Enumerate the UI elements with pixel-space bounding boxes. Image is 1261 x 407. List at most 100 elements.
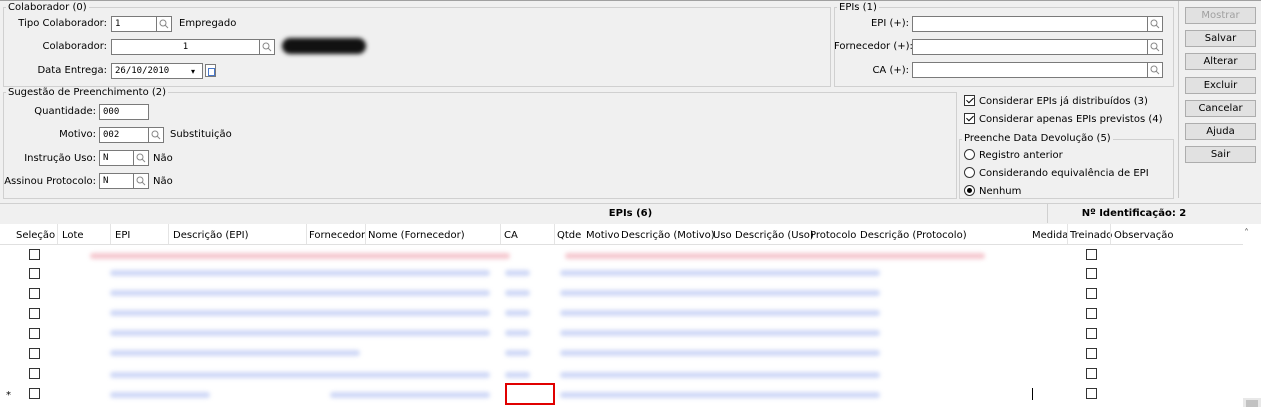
row-selecao-checkbox[interactable] bbox=[29, 308, 40, 319]
row-selecao-checkbox[interactable] bbox=[29, 328, 40, 339]
row-selecao-checkbox[interactable] bbox=[29, 348, 40, 359]
col-header-descricao-motivo[interactable]: Descrição (Motivo) bbox=[621, 230, 715, 241]
quantidade-input[interactable]: 000 bbox=[99, 104, 149, 120]
row-treinado-checkbox[interactable] bbox=[1086, 268, 1097, 279]
new-row-marker: * bbox=[6, 390, 11, 401]
sair-button[interactable]: Sair bbox=[1185, 146, 1256, 163]
col-header-ca[interactable]: CA bbox=[504, 230, 518, 241]
tipo-colaborador-input[interactable]: 1 bbox=[111, 16, 157, 32]
col-header-protocolo[interactable]: Protocolo bbox=[810, 230, 856, 241]
redacted-cell bbox=[505, 350, 530, 356]
motivo-desc: Substituição bbox=[170, 129, 232, 140]
col-header-descricao-epi[interactable]: Descrição (EPI) bbox=[173, 230, 248, 241]
ca-input[interactable] bbox=[912, 62, 1148, 78]
salvar-button[interactable]: Salvar bbox=[1185, 30, 1256, 47]
col-header-lote[interactable]: Lote bbox=[62, 230, 84, 241]
equivalencia-epi-label: Considerando equivalência de EPI bbox=[979, 168, 1149, 179]
nenhum-label: Nenhum bbox=[979, 186, 1022, 197]
col-header-observacao[interactable]: Observação bbox=[1114, 230, 1173, 241]
redacted-cell bbox=[505, 290, 530, 296]
considerar-previstos-checkbox[interactable] bbox=[964, 113, 975, 124]
excluir-button[interactable]: Excluir bbox=[1185, 77, 1256, 94]
cancelar-button[interactable]: Cancelar bbox=[1185, 100, 1256, 117]
ca-search-icon[interactable] bbox=[1148, 62, 1163, 78]
registro-anterior-radio[interactable] bbox=[964, 149, 975, 160]
assinou-protocolo-input[interactable]: N bbox=[99, 173, 134, 189]
col-header-qtde[interactable]: Qtde bbox=[557, 230, 581, 241]
col-header-selecao[interactable]: Seleção bbox=[16, 230, 55, 241]
motivo-input[interactable]: 002 bbox=[99, 127, 149, 143]
redacted-cell bbox=[560, 330, 880, 336]
row-selecao-checkbox[interactable] bbox=[29, 388, 40, 399]
tipo-colaborador-desc: Empregado bbox=[179, 18, 237, 29]
colaborador-input[interactable]: 1 bbox=[111, 39, 260, 55]
col-header-nome-fornecedor[interactable]: Nome (Fornecedor) bbox=[368, 230, 465, 241]
epi-search-icon[interactable] bbox=[1148, 16, 1163, 32]
epi-input[interactable] bbox=[912, 16, 1148, 32]
col-divider bbox=[365, 224, 366, 244]
instrucao-uso-input[interactable]: N bbox=[99, 150, 134, 166]
row-selecao-checkbox[interactable] bbox=[29, 368, 40, 379]
row-selecao-checkbox[interactable] bbox=[29, 249, 40, 260]
tipo-colaborador-search-icon[interactable] bbox=[157, 16, 172, 32]
data-entrega-label: Data Entrega: bbox=[37, 65, 107, 76]
nenhum-radio[interactable] bbox=[964, 185, 975, 196]
row-treinado-checkbox[interactable] bbox=[1086, 288, 1097, 299]
row-selecao-checkbox[interactable] bbox=[29, 288, 40, 299]
calendar-icon[interactable] bbox=[205, 64, 216, 77]
col-header-treinado[interactable]: Treinado bbox=[1070, 230, 1112, 241]
redacted-cell bbox=[505, 270, 530, 276]
scroll-up-chevron-icon[interactable]: ˄ bbox=[1244, 228, 1249, 239]
ca-cell-highlight[interactable] bbox=[505, 383, 555, 405]
assinou-protocolo-desc: Não bbox=[153, 176, 173, 187]
identificacao-label: Nº Identificação: 2 bbox=[1081, 208, 1187, 219]
fornecedor-search-icon[interactable] bbox=[1148, 39, 1163, 55]
col-header-fornecedor[interactable]: Fornecedor bbox=[309, 230, 365, 241]
mostrar-button[interactable]: Mostrar bbox=[1185, 7, 1256, 24]
scrollbar-thumb[interactable] bbox=[1246, 400, 1258, 407]
grid-header-separator bbox=[0, 244, 1243, 245]
row-selecao-checkbox[interactable] bbox=[29, 268, 40, 279]
row-treinado-checkbox[interactable] bbox=[1086, 388, 1097, 399]
date-dropdown-chevron-icon[interactable]: ▾ bbox=[191, 67, 195, 76]
colaborador-name-redacted bbox=[282, 38, 366, 54]
fornecedor-input[interactable] bbox=[912, 39, 1148, 55]
ajuda-button[interactable]: Ajuda bbox=[1185, 123, 1256, 140]
ca-label: CA (+): bbox=[872, 65, 909, 76]
assinou-protocolo-search-icon[interactable] bbox=[134, 173, 149, 189]
redacted-cell bbox=[560, 372, 880, 378]
window-top-edge bbox=[0, 0, 1261, 1]
col-divider bbox=[57, 224, 58, 244]
considerar-previstos-label: Considerar apenas EPIs previstos (4) bbox=[979, 114, 1163, 125]
col-header-descricao-protocolo[interactable]: Descrição (Protocolo) bbox=[860, 230, 967, 241]
redacted-cell bbox=[110, 330, 490, 336]
colaborador-search-icon[interactable] bbox=[260, 39, 275, 55]
col-header-medida[interactable]: Medida bbox=[1032, 230, 1068, 241]
col-header-descricao-uso[interactable]: Descrição (Uso) bbox=[735, 230, 814, 241]
row-treinado-checkbox[interactable] bbox=[1086, 368, 1097, 379]
redacted-cell bbox=[565, 253, 985, 259]
considerar-distribuidos-label: Considerar EPIs já distribuídos (3) bbox=[979, 96, 1148, 107]
redacted-cell bbox=[505, 310, 530, 316]
redacted-cell bbox=[560, 270, 880, 276]
row-treinado-checkbox[interactable] bbox=[1086, 348, 1097, 359]
alterar-button[interactable]: Alterar bbox=[1185, 53, 1256, 70]
col-divider bbox=[500, 224, 501, 244]
redacted-cell bbox=[110, 392, 210, 398]
equivalencia-epi-radio[interactable] bbox=[964, 167, 975, 178]
instrucao-uso-search-icon[interactable] bbox=[134, 150, 149, 166]
col-header-epi[interactable]: EPI bbox=[115, 230, 130, 241]
row-treinado-checkbox[interactable] bbox=[1086, 249, 1097, 260]
devolucao-group-title: Preenche Data Devolução (5) bbox=[962, 133, 1113, 144]
row-treinado-checkbox[interactable] bbox=[1086, 328, 1097, 339]
redacted-cell bbox=[505, 372, 530, 378]
col-header-uso[interactable]: Uso bbox=[713, 230, 732, 241]
motivo-search-icon[interactable] bbox=[149, 127, 164, 143]
colaborador-group-title: Colaborador (0) bbox=[6, 2, 89, 13]
data-entrega-input[interactable]: 26/10/2010 bbox=[111, 63, 203, 79]
considerar-distribuidos-checkbox[interactable] bbox=[964, 95, 975, 106]
col-header-motivo[interactable]: Motivo bbox=[586, 230, 619, 241]
redacted-cell bbox=[560, 392, 880, 398]
row-treinado-checkbox[interactable] bbox=[1086, 308, 1097, 319]
redacted-cell bbox=[560, 310, 880, 316]
